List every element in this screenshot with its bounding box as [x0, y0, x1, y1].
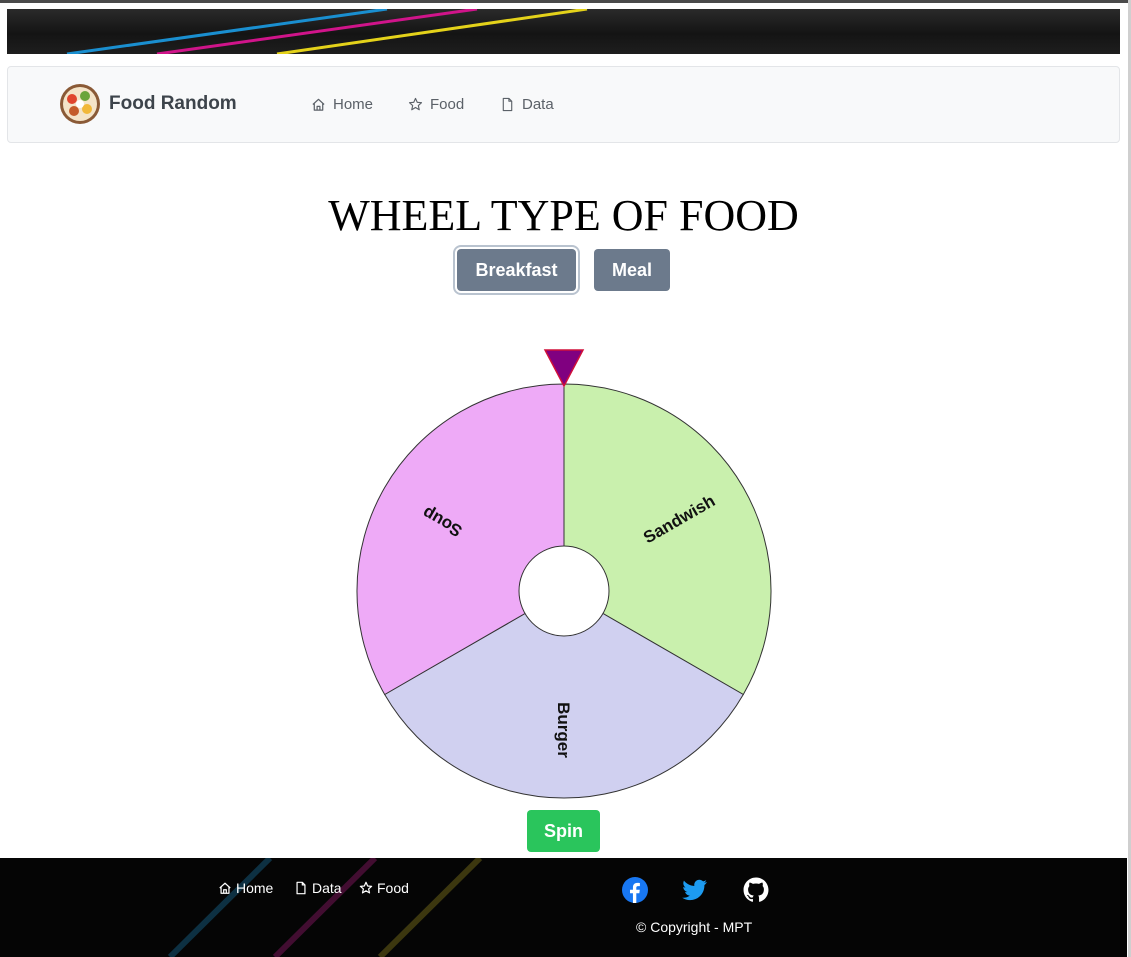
footer-link-label: Home [236, 880, 274, 896]
brand-logo-icon[interactable] [60, 84, 100, 124]
footer-link-home[interactable]: Home [218, 880, 273, 896]
brand-name[interactable]: Food Random [109, 93, 237, 115]
footer: Home Data Food © Copyright - MPT [0, 858, 1127, 957]
page-title: WHEEL TYPE OF FOOD [328, 191, 799, 240]
meal-button[interactable]: Meal [594, 249, 670, 291]
twitter-icon[interactable] [682, 877, 708, 903]
footer-link-label: Food [377, 880, 409, 896]
nav-item-home[interactable]: Home [311, 96, 373, 113]
spin-button[interactable]: Spin [527, 810, 600, 852]
header-banner [7, 9, 1120, 54]
nav-item-label: Home [333, 96, 374, 113]
facebook-icon[interactable] [622, 877, 648, 903]
home-icon [312, 98, 325, 111]
nav-item-data[interactable]: Data [500, 96, 554, 113]
star-icon [359, 881, 373, 894]
github-icon[interactable] [743, 877, 769, 903]
breakfast-button[interactable]: Breakfast [457, 249, 576, 291]
copyright-text: © Copyright - MPT [636, 919, 753, 935]
wheel-center [518, 545, 610, 637]
file-icon [296, 881, 306, 895]
nav-item-food[interactable]: Food [408, 96, 464, 113]
footer-link-food[interactable]: Food [359, 880, 409, 896]
navbar: Food Random Home Food Data [7, 66, 1120, 143]
star-icon [408, 97, 423, 111]
nav-item-label: Data [522, 96, 554, 113]
wheel-label-burger: Burger [554, 702, 573, 758]
banner-stripes [66, 9, 588, 54]
file-icon [502, 97, 513, 112]
footer-link-data[interactable]: Data [294, 880, 342, 896]
window-top-edge [0, 0, 1131, 3]
footer-stripes [167, 858, 483, 957]
food-wheel[interactable]: Sandwish Burger Soup [340, 340, 790, 810]
wheel-pointer-icon [543, 349, 585, 388]
footer-link-label: Data [312, 880, 342, 896]
nav-item-label: Food [430, 96, 465, 113]
home-icon [219, 882, 231, 894]
